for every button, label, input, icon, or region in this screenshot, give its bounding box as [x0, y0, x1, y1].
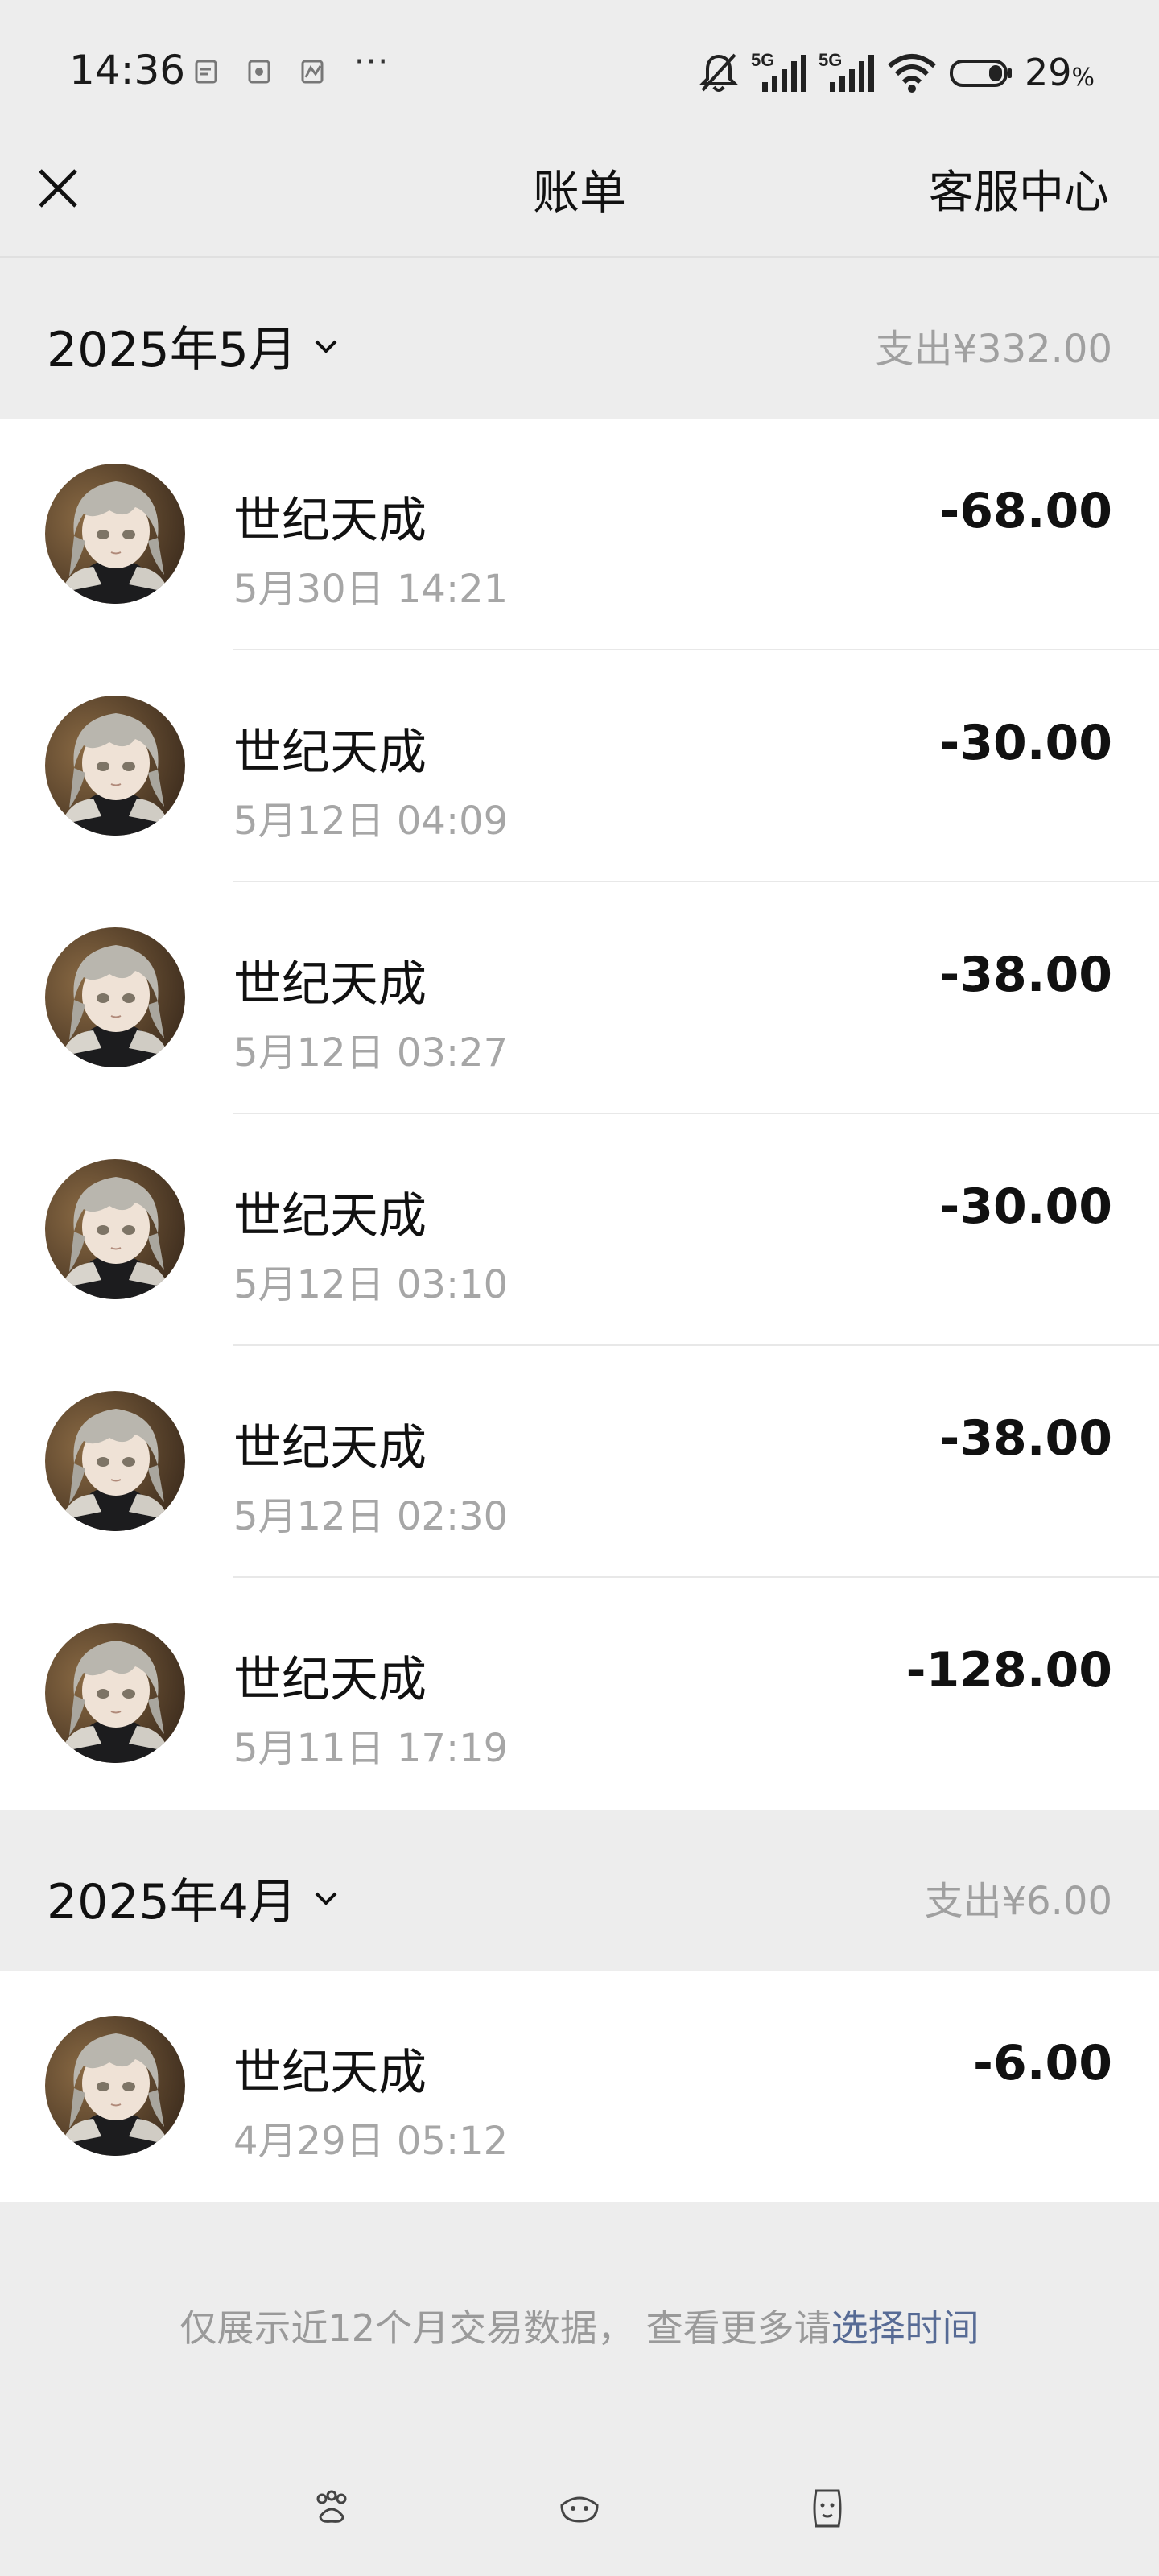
network-label: 5G	[751, 50, 774, 70]
month-header-may: 2025年5月 支出¥332.00	[0, 258, 1159, 419]
wifi-icon	[887, 54, 936, 93]
merchant-avatar	[45, 1159, 185, 1299]
merchant-name: 世纪天成	[233, 493, 427, 549]
month-header-april: 2025年4月 支出¥6.00	[0, 1810, 1159, 1971]
merchant-name: 世纪天成	[233, 1652, 427, 1708]
close-icon[interactable]	[32, 163, 84, 214]
transaction-time: 5月12日 03:27	[233, 1030, 509, 1075]
transaction-row[interactable]: 世纪天成 5月12日 03:27 -38.00	[0, 882, 1159, 1114]
battery-percent: 29%	[1025, 51, 1095, 94]
nav-bar: 账单 客服中心	[0, 145, 1159, 258]
battery-value: 29	[1024, 51, 1072, 94]
footer-note-text: 仅展示近12个月交易数据， 查看更多请	[179, 2306, 831, 2350]
signal-icon: 5G	[819, 50, 874, 92]
chevron-down-icon	[315, 340, 337, 353]
month-label: 2025年5月	[47, 322, 297, 378]
transaction-amount: -38.00	[939, 947, 1112, 1003]
merchant-avatar	[45, 1391, 185, 1531]
chevron-down-icon	[315, 1892, 337, 1905]
transaction-row[interactable]: 世纪天成 5月12日 03:10 -30.00	[0, 1114, 1159, 1346]
transaction-row[interactable]: 世纪天成 5月30日 14:21 -68.00	[0, 419, 1159, 650]
merchant-avatar	[45, 2016, 185, 2156]
status-right-group: 5G 5G 29%	[698, 48, 1095, 97]
month-expense-total: 支出¥332.00	[875, 327, 1113, 372]
more-notifications-dots: ···	[354, 43, 390, 80]
battery-icon	[949, 60, 1012, 87]
merchant-name: 世纪天成	[233, 2045, 427, 2101]
customer-service-link[interactable]: 客服中心	[929, 156, 1109, 221]
transaction-time: 5月11日 17:19	[233, 1726, 509, 1771]
merchant-name: 世纪天成	[233, 1420, 427, 1476]
transaction-amount: -128.00	[905, 1642, 1112, 1699]
merchant-name: 世纪天成	[233, 956, 427, 1013]
transaction-amount: -30.00	[939, 1179, 1112, 1235]
transaction-row[interactable]: 世纪天成 5月12日 02:30 -38.00	[0, 1346, 1159, 1578]
transaction-list-april: 世纪天成 4月29日 05:12 -6.00	[0, 1971, 1159, 2202]
notification-icon	[301, 60, 324, 84]
notification-icon	[195, 60, 217, 84]
transaction-row[interactable]: 世纪天成 4月29日 05:12 -6.00	[0, 1971, 1159, 2202]
transaction-time: 5月12日 03:10	[233, 1262, 509, 1307]
signal-icon: 5G	[751, 50, 806, 92]
transaction-amount: -6.00	[973, 2035, 1112, 2091]
month-selector[interactable]: 2025年5月	[47, 311, 342, 381]
merchant-name: 世纪天成	[233, 724, 427, 781]
transaction-amount: -38.00	[939, 1410, 1112, 1467]
transaction-amount: -30.00	[939, 715, 1112, 771]
status-bar: 14:36 ··· 5G 5G 29%	[0, 0, 1159, 145]
transaction-amount: -68.00	[939, 483, 1112, 539]
paw-icon[interactable]	[309, 2486, 354, 2531]
merchant-avatar	[45, 696, 185, 836]
transaction-time: 5月12日 02:30	[233, 1494, 509, 1539]
select-time-link[interactable]: 选择时间	[831, 2306, 980, 2350]
month-label: 2025年4月	[47, 1874, 297, 1930]
transaction-row[interactable]: 世纪天成 5月12日 04:09 -30.00	[0, 650, 1159, 882]
merchant-avatar	[45, 1623, 185, 1763]
face-icon[interactable]	[805, 2486, 850, 2531]
transaction-time: 5月30日 14:21	[233, 567, 509, 612]
transaction-row[interactable]: 世纪天成 5月11日 17:19 -128.00	[0, 1578, 1159, 1810]
transaction-time: 4月29日 05:12	[233, 2119, 509, 2164]
merchant-avatar	[45, 464, 185, 604]
network-label: 5G	[819, 50, 842, 70]
merchant-avatar	[45, 927, 185, 1067]
transaction-list-may: 世纪天成 5月30日 14:21 -68.00 世纪天成 5月12日 04:09 -30…	[0, 419, 1159, 1810]
transaction-time: 5月12日 04:09	[233, 799, 509, 844]
status-time: 14:36	[69, 47, 186, 93]
mask-icon[interactable]	[557, 2486, 602, 2531]
footer-note: 仅展示近12个月交易数据， 查看更多请选择时间	[0, 2299, 1159, 2352]
page-title-text: 账单	[532, 165, 626, 220]
mute-bell-icon	[699, 53, 739, 92]
battery-unit: %	[1071, 64, 1095, 92]
month-selector[interactable]: 2025年4月	[47, 1863, 342, 1933]
notification-icon	[248, 60, 270, 84]
merchant-name: 世纪天成	[233, 1188, 427, 1245]
month-expense-total: 支出¥6.00	[924, 1879, 1112, 1924]
